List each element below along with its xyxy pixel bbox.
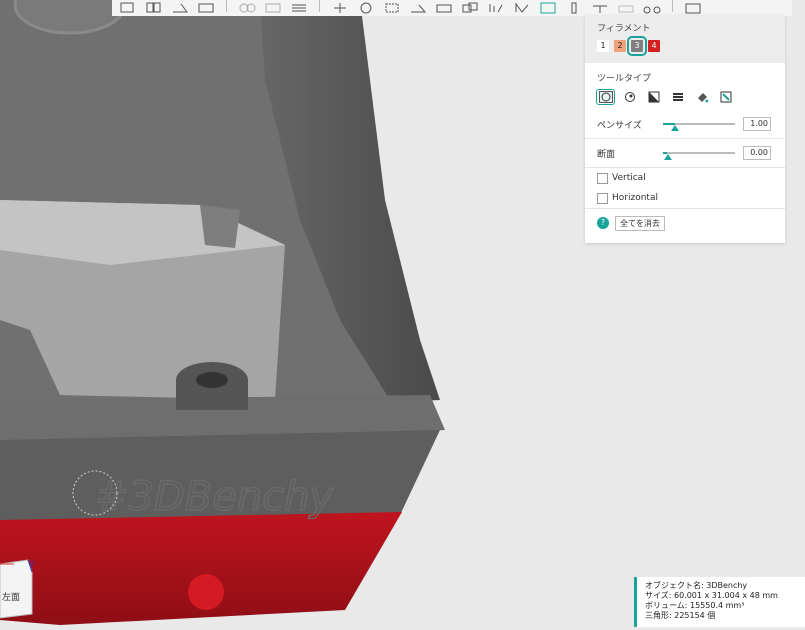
- text-icon[interactable]: [590, 0, 610, 14]
- horizontal-label: Horizontal: [612, 193, 658, 203]
- tool-type-buttons: [596, 89, 773, 105]
- hull-hole: [188, 574, 224, 610]
- object-volume: ボリューム: 15550.4 mm³: [645, 601, 745, 610]
- rotate-icon[interactable]: [356, 0, 376, 14]
- lay-on-face-icon[interactable]: [408, 0, 428, 14]
- pen-size-slider[interactable]: [663, 123, 735, 131]
- clear-row: ? 全てを消去: [585, 208, 785, 237]
- pen-size-label: ペンサイズ: [597, 120, 642, 131]
- gap-fill-icon[interactable]: [717, 90, 734, 104]
- object-triangles: 三角形: 225154 個: [645, 611, 716, 620]
- color-paint-panel: フィラメント 1 2 3 4 ツールタイプ ペンサイズ 1.00 断面 0.00…: [585, 15, 785, 243]
- toolbar-separator: [672, 0, 673, 12]
- filament-section: フィラメント 1 2 3 4: [585, 15, 785, 63]
- tool-type-section: ツールタイプ: [585, 63, 785, 105]
- variable-layer-icon[interactable]: [642, 0, 662, 14]
- help-icon[interactable]: ?: [597, 217, 609, 229]
- object-name: オブジェクト名: 3DBenchy: [645, 581, 748, 590]
- split-parts-icon[interactable]: [263, 0, 283, 14]
- filament-chip-2[interactable]: 2: [614, 40, 626, 52]
- move-icon[interactable]: [330, 0, 350, 14]
- emboss-text: #3DBenchy: [95, 474, 335, 520]
- height-range-icon[interactable]: [669, 90, 686, 104]
- color-paint-icon[interactable]: [538, 0, 558, 14]
- vertical-row: Vertical: [585, 168, 785, 188]
- axis-z-label: Z: [30, 561, 34, 568]
- section-slider[interactable]: [663, 152, 735, 160]
- circle-brush-icon[interactable]: [596, 89, 615, 105]
- section-input[interactable]: 0.00: [743, 146, 771, 160]
- section-row: 断面 0.00: [585, 139, 785, 168]
- pen-size-handle[interactable]: [671, 125, 679, 131]
- pen-size-input[interactable]: 1.00: [743, 117, 771, 131]
- clear-all-button[interactable]: 全てを消去: [615, 215, 665, 231]
- toolbar-separator: [226, 0, 227, 12]
- section-label: 断面: [597, 149, 616, 160]
- horizontal-row: Horizontal: [585, 188, 785, 208]
- arrange-icon[interactable]: [144, 0, 164, 14]
- scale-icon[interactable]: [382, 0, 402, 14]
- cut-icon[interactable]: [434, 0, 454, 14]
- view-cube[interactable]: Z 左面: [0, 558, 40, 622]
- vertical-checkbox[interactable]: [597, 172, 608, 184]
- sphere-brush-icon[interactable]: [621, 90, 638, 104]
- top-toolbar: [112, 0, 792, 16]
- filament-title: フィラメント: [597, 24, 651, 34]
- horizontal-checkbox[interactable]: [597, 192, 608, 204]
- object-info-box: オブジェクト名: 3DBenchy サイズ: 60.001 x 31.004 x…: [634, 577, 805, 627]
- filament-chip-3[interactable]: 3: [627, 36, 647, 56]
- triangle-fill-icon[interactable]: [645, 90, 662, 104]
- vertical-label: Vertical: [612, 173, 646, 183]
- seam-paint-icon[interactable]: [512, 0, 532, 14]
- view-cube-face-label: 左面: [2, 591, 20, 603]
- toolbar-separator: [319, 0, 320, 12]
- assembly-icon[interactable]: [616, 0, 636, 14]
- filament-chip-4[interactable]: 4: [648, 40, 660, 52]
- measure-icon[interactable]: [564, 0, 584, 14]
- pen-size-row: ペンサイズ 1.00: [585, 110, 785, 139]
- support-paint-icon[interactable]: [486, 0, 506, 14]
- filament-list: 1 2 3 4: [597, 36, 773, 56]
- object-size: サイズ: 60.001 x 31.004 x 48 mm: [645, 591, 778, 600]
- view-icon[interactable]: [683, 0, 703, 14]
- section-handle[interactable]: [664, 154, 672, 160]
- fill-bucket-icon[interactable]: [693, 90, 710, 104]
- plate-icon[interactable]: [196, 0, 216, 14]
- tool-type-title: ツールタイプ: [597, 74, 652, 84]
- mesh-boolean-icon[interactable]: [460, 0, 480, 14]
- layers-icon[interactable]: [289, 0, 309, 14]
- add-plate-icon[interactable]: [118, 0, 138, 14]
- split-objects-icon[interactable]: [237, 0, 257, 14]
- filament-chip-1[interactable]: 1: [597, 40, 609, 52]
- orient-icon[interactable]: [170, 0, 190, 14]
